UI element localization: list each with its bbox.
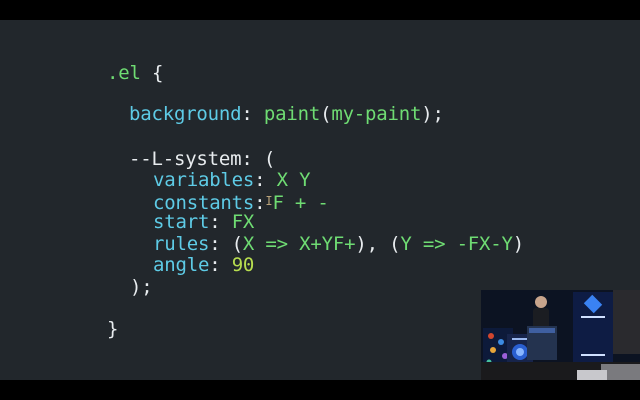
code-line-angle: angle: 90 (153, 254, 255, 276)
open-brace: { (151, 62, 164, 84)
rule1-rhs: X+YF+ (299, 233, 356, 255)
angle-value: 90 (231, 254, 255, 276)
speaker-video-picture (481, 290, 640, 380)
paint-function: paint (263, 103, 321, 125)
variables-value: X Y (276, 169, 311, 191)
start-key: start (153, 211, 210, 233)
rules-key: rules (153, 233, 210, 255)
custom-property-name: --L-system (129, 148, 242, 170)
code-line-l-system: --L-system: ( (129, 148, 276, 170)
rule2-arrow: => (422, 233, 446, 255)
code-line-close-brace: } (107, 318, 118, 340)
rule1-arrow: => (265, 233, 288, 255)
css-selector: .el (107, 62, 141, 84)
rule2-lhs: Y (400, 233, 412, 255)
variables-key: variables (153, 169, 255, 191)
close-paren: ); (130, 276, 153, 298)
code-line-rules: rules: (X => X+YF+), (Y => -FX-Y) (153, 233, 525, 255)
code-line-start: start: FX (153, 211, 255, 233)
open-paren: ( (263, 148, 276, 170)
code-line-variables: variables: X Y (153, 169, 311, 191)
background-property: background (129, 103, 242, 125)
code-line-selector: .el { (107, 62, 163, 84)
rule2-rhs: -FX-Y (456, 233, 513, 255)
paint-argument: my-paint (331, 103, 422, 125)
start-value: FX (231, 211, 255, 233)
angle-key: angle (153, 254, 210, 276)
speaker-video-inset (481, 290, 640, 380)
close-brace: } (107, 318, 119, 340)
code-line-background: background: paint(my-paint); (129, 103, 444, 125)
rule1-lhs: X (242, 233, 255, 255)
code-line-close-paren: ); (130, 276, 153, 298)
constants-value: F + - (272, 192, 329, 214)
